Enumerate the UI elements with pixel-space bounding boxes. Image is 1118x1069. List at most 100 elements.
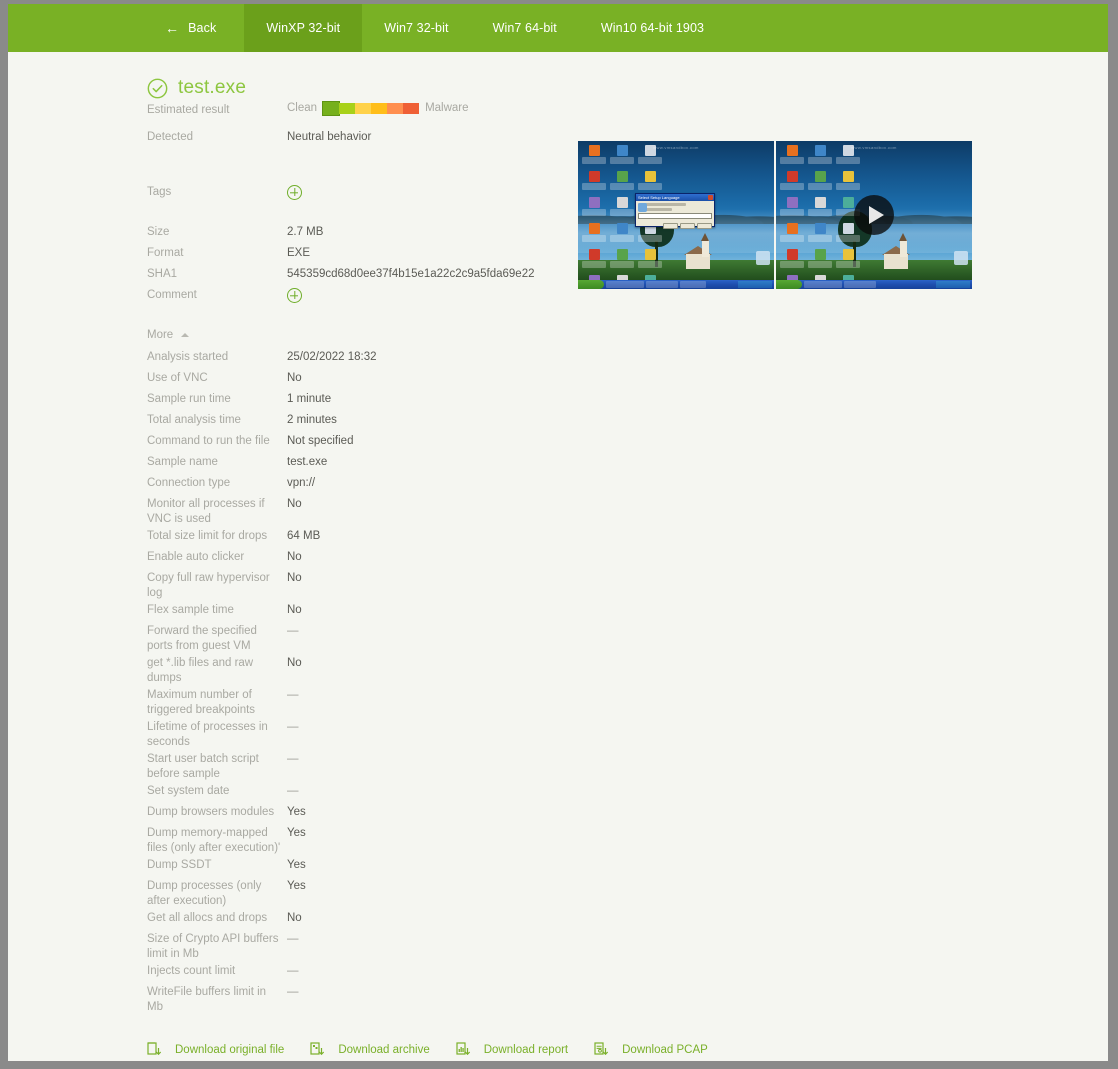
desktop-icon — [609, 222, 635, 246]
detail-key: Dump SSDT — [147, 859, 212, 871]
plus-circle-icon[interactable] — [287, 288, 302, 303]
desktop-icon — [637, 248, 663, 272]
detail-key: Total analysis time — [147, 414, 241, 426]
severity-segment-3 — [355, 102, 372, 114]
os-tab-3[interactable]: Win7 64-bit — [471, 4, 579, 52]
desktop-icon — [581, 196, 607, 220]
detail-value: No — [287, 498, 302, 510]
desktop-icon-grid — [779, 144, 861, 289]
desktop-icon — [954, 251, 968, 265]
detail-row: Total size limit for drops 64 MB — [147, 526, 1108, 547]
detail-row: Injects count limit — — [147, 961, 1108, 982]
severity-scale: Clean Malware — [287, 100, 469, 116]
analysis-details-list: Analysis started 25/02/2022 18:32 Use of V… — [147, 347, 1108, 1014]
os-tab-label: Win7 32-bit — [384, 21, 449, 35]
meta-key: Tags — [147, 186, 172, 198]
start-button — [776, 280, 802, 289]
detail-row: WriteFile buffers limit in Mb — — [147, 982, 1108, 1014]
estimated-result-label: Estimated result — [147, 104, 230, 116]
detail-value: Not specified — [287, 435, 354, 447]
download-pcap-link[interactable]: Download PCAP — [594, 1042, 708, 1057]
back-button-label: Back — [188, 21, 217, 35]
more-toggle[interactable]: More — [147, 329, 207, 341]
report-body: test.exe Estimated result Clean Malware … — [8, 52, 1108, 1061]
download-report-link[interactable]: Download report — [456, 1042, 568, 1057]
detail-key: Size of Crypto API buffers limit in Mb — [147, 933, 279, 960]
severity-clean-label: Clean — [287, 102, 318, 114]
detail-key: Connection type — [147, 477, 231, 489]
download-link-label: Download report — [483, 1043, 569, 1056]
detail-value: — — [287, 965, 299, 977]
plus-circle-icon[interactable] — [287, 185, 302, 200]
download-pcap-icon — [594, 1042, 615, 1057]
detail-value: Yes — [287, 859, 306, 871]
severity-segment-5 — [387, 102, 404, 114]
more-toggle-label: More — [147, 329, 174, 341]
meta-key: Size — [147, 226, 170, 238]
back-button[interactable]: ← Back — [147, 4, 244, 52]
detail-value: — — [287, 785, 299, 797]
play-icon[interactable] — [854, 195, 894, 235]
detail-row: Sample name test.exe — [147, 452, 1108, 473]
detail-value: 2 minutes — [287, 414, 337, 426]
page-title: test.exe — [178, 77, 247, 98]
detail-value: Yes — [287, 827, 306, 839]
detail-key: Use of VNC — [147, 372, 208, 384]
detail-value: No — [287, 372, 302, 384]
screenshot-thumbnail[interactable]: www.vmsandbox.com Select Setup Language — [578, 141, 774, 289]
taskbar-item — [844, 281, 876, 288]
wallpaper-church — [880, 233, 910, 269]
meta-key: Comment — [147, 289, 197, 301]
os-tab-4[interactable]: Win10 64-bit 1903 — [579, 4, 726, 52]
detail-row: Total analysis time 2 minutes — [147, 410, 1108, 431]
detail-row: get *.lib files and raw dumps No — [147, 653, 1108, 685]
detail-row: Monitor all processes if VNC is used No — [147, 494, 1108, 526]
desktop-icon — [609, 248, 635, 272]
detail-key: Monitor all processes if VNC is used — [147, 498, 265, 525]
arrow-left-icon: ← — [165, 20, 180, 36]
download-link-label: Download original file — [175, 1043, 285, 1056]
download-link-label: Download PCAP — [622, 1043, 708, 1056]
desktop-icon — [807, 222, 833, 246]
start-button — [578, 280, 604, 289]
meta-key: SHA1 — [147, 268, 178, 280]
detail-row: Dump browsers modules Yes — [147, 802, 1108, 823]
download-archive-link[interactable]: Download archive — [310, 1042, 430, 1057]
desktop-icon — [835, 248, 861, 272]
detail-value: No — [287, 657, 302, 669]
system-tray — [738, 281, 772, 288]
detail-key: Analysis started — [147, 351, 229, 363]
detail-key: Start user batch script before sample — [147, 753, 259, 780]
detail-key: Command to run the file — [147, 435, 270, 447]
os-tab-2[interactable]: Win7 32-bit — [362, 4, 470, 52]
detail-row: Analysis started 25/02/2022 18:32 — [147, 347, 1108, 368]
os-tab-1[interactable]: WinXP 32-bit — [244, 4, 363, 52]
detail-row: Use of VNC No — [147, 368, 1108, 389]
severity-segment-1 — [322, 100, 341, 116]
detail-key: Set system date — [147, 785, 230, 797]
detail-value: No — [287, 912, 302, 924]
detail-row: Get all allocs and drops No — [147, 908, 1108, 929]
video-thumbnail[interactable]: www.vmsandbox.com — [776, 141, 972, 289]
download-original-file-link[interactable]: Download original file — [147, 1042, 284, 1057]
detail-key: Copy full raw hypervisor log — [147, 572, 270, 599]
watermark: www.vmsandbox.com — [653, 145, 699, 150]
desktop-icon — [581, 170, 607, 194]
dialog-titlebar: Select Setup Language — [636, 194, 714, 201]
detail-value: — — [287, 689, 299, 701]
detail-key: Injects count limit — [147, 965, 236, 977]
detail-value: — — [287, 753, 299, 765]
wallpaper-church — [682, 233, 712, 269]
desktop-icon — [779, 222, 805, 246]
detail-key: get *.lib files and raw dumps — [147, 657, 254, 684]
detail-value: Yes — [287, 806, 306, 818]
detail-value: test.exe — [287, 456, 328, 468]
detail-row: Command to run the file Not specified — [147, 431, 1108, 452]
desktop-icon — [581, 248, 607, 272]
detail-row: Sample run time 1 minute — [147, 389, 1108, 410]
detail-value: — — [287, 625, 299, 637]
detail-row: Connection type vpn:// — [147, 473, 1108, 494]
download-file-icon — [147, 1042, 168, 1057]
desktop-icon — [807, 170, 833, 194]
detail-row: Set system date — — [147, 781, 1108, 802]
